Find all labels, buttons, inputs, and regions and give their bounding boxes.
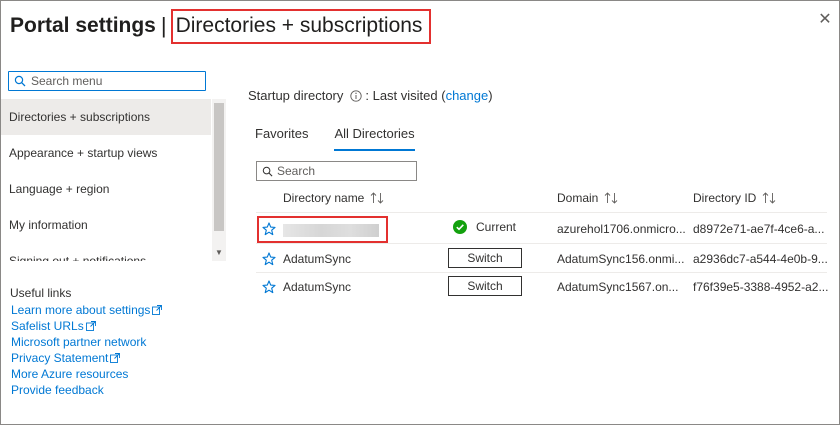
directory-search-field[interactable]	[256, 161, 417, 181]
column-header-directory-id[interactable]: Directory ID	[693, 191, 776, 205]
link-label: Safelist URLs	[11, 319, 84, 333]
sort-icon	[371, 192, 384, 204]
info-icon[interactable]	[350, 89, 363, 102]
favorite-star-icon[interactable]	[262, 252, 276, 266]
directory-id-cell: a2936dc7-a544-4e0b-9...	[693, 252, 828, 266]
directory-id-cell: d8972e71-ae7f-4ce6-a...	[693, 222, 825, 236]
column-label: Domain	[557, 191, 599, 205]
link-privacy-statement[interactable]: Privacy Statement	[11, 350, 162, 366]
tab-all-directories[interactable]: All Directories	[334, 126, 415, 151]
directory-search-input[interactable]	[277, 162, 412, 180]
switch-button[interactable]: Switch	[448, 248, 522, 268]
startup-directory: Startup directory : Last visited ( chang…	[248, 88, 493, 103]
external-link-icon	[85, 321, 96, 331]
link-label: Privacy Statement	[11, 351, 109, 365]
startup-close-paren: )	[488, 88, 493, 103]
link-more-azure-resources[interactable]: More Azure resources	[11, 366, 162, 382]
sort-icon	[763, 192, 776, 204]
scroll-down-icon[interactable]: ▼	[215, 249, 223, 257]
close-icon[interactable]: ✕	[817, 12, 833, 28]
sort-icon	[605, 192, 618, 204]
startup-label: Startup directory	[248, 88, 344, 103]
favorite-star-icon[interactable]	[262, 222, 276, 236]
link-label: More Azure resources	[11, 367, 129, 381]
page-title: Portal settings | Directories + subscrip…	[10, 8, 432, 44]
sidebar-scrollbar[interactable]: ▼	[212, 99, 226, 261]
link-provide-feedback[interactable]: Provide feedback	[11, 382, 162, 398]
redacted-directory-name	[283, 224, 379, 237]
column-label: Directory ID	[693, 191, 757, 205]
column-header-directory-name[interactable]: Directory name	[283, 191, 384, 205]
sidebar-item-language[interactable]: Language + region	[1, 171, 211, 207]
link-label: Learn more about settings	[11, 303, 151, 317]
switch-button[interactable]: Switch	[448, 276, 522, 296]
domain-cell: AdatumSync1567.on...	[557, 280, 679, 294]
scrollbar-thumb[interactable]	[214, 103, 224, 231]
title-sub-highlight: Directories + subscriptions	[170, 8, 432, 44]
directory-id-cell: f76f39e5-3388-4952-a2...	[693, 280, 829, 294]
sidebar-item-appearance[interactable]: Appearance + startup views	[1, 135, 211, 171]
search-icon	[257, 162, 277, 180]
column-label: Directory name	[283, 191, 365, 205]
current-status: Current	[453, 220, 516, 234]
startup-value: : Last visited (	[365, 88, 446, 103]
sidebar-item-signing-out[interactable]: Signing out + notifications	[1, 243, 211, 261]
redacted-directory-highlight	[257, 216, 388, 243]
status-label: Current	[476, 220, 517, 234]
link-label: Microsoft partner network	[11, 335, 147, 349]
check-circle-icon	[453, 220, 467, 234]
sidebar-item-directories[interactable]: Directories + subscriptions	[1, 99, 211, 135]
column-header-domain[interactable]: Domain	[557, 191, 618, 205]
sidebar-item-my-information[interactable]: My information	[1, 207, 211, 243]
search-icon	[9, 72, 31, 90]
title-sub: Directories + subscriptions	[175, 13, 423, 37]
directory-name-cell: AdatumSync	[283, 280, 352, 294]
row-divider	[256, 272, 827, 273]
header-divider	[256, 212, 827, 213]
search-menu-field[interactable]	[8, 71, 206, 91]
directory-name-cell: AdatumSync	[283, 252, 352, 266]
row-divider	[256, 243, 827, 244]
sidebar-menu: Directories + subscriptions Appearance +…	[1, 99, 211, 261]
search-menu-input[interactable]	[31, 72, 201, 90]
main-scrollbar[interactable]	[827, 65, 838, 423]
external-link-icon	[152, 305, 163, 315]
useful-links-heading: Useful links	[10, 286, 72, 300]
domain-cell: azurehol1706.onmicro...	[557, 222, 686, 236]
link-learn-more[interactable]: Learn more about settings	[11, 302, 163, 318]
link-partner-network[interactable]: Microsoft partner network	[11, 334, 162, 350]
change-link[interactable]: change	[446, 88, 489, 103]
title-main: Portal settings	[10, 14, 156, 37]
link-safelist-urls[interactable]: Safelist URLs	[11, 318, 162, 334]
directory-tabs: Favorites All Directories	[255, 126, 441, 151]
useful-links-list: Learn more about settings Safelist URLs …	[11, 302, 163, 398]
tab-favorites[interactable]: Favorites	[255, 126, 308, 151]
title-separator: |	[160, 13, 167, 38]
link-label: Provide feedback	[11, 383, 104, 397]
favorite-star-icon[interactable]	[262, 280, 276, 294]
domain-cell: AdatumSync156.onmi...	[557, 252, 685, 266]
external-link-icon	[110, 353, 121, 363]
